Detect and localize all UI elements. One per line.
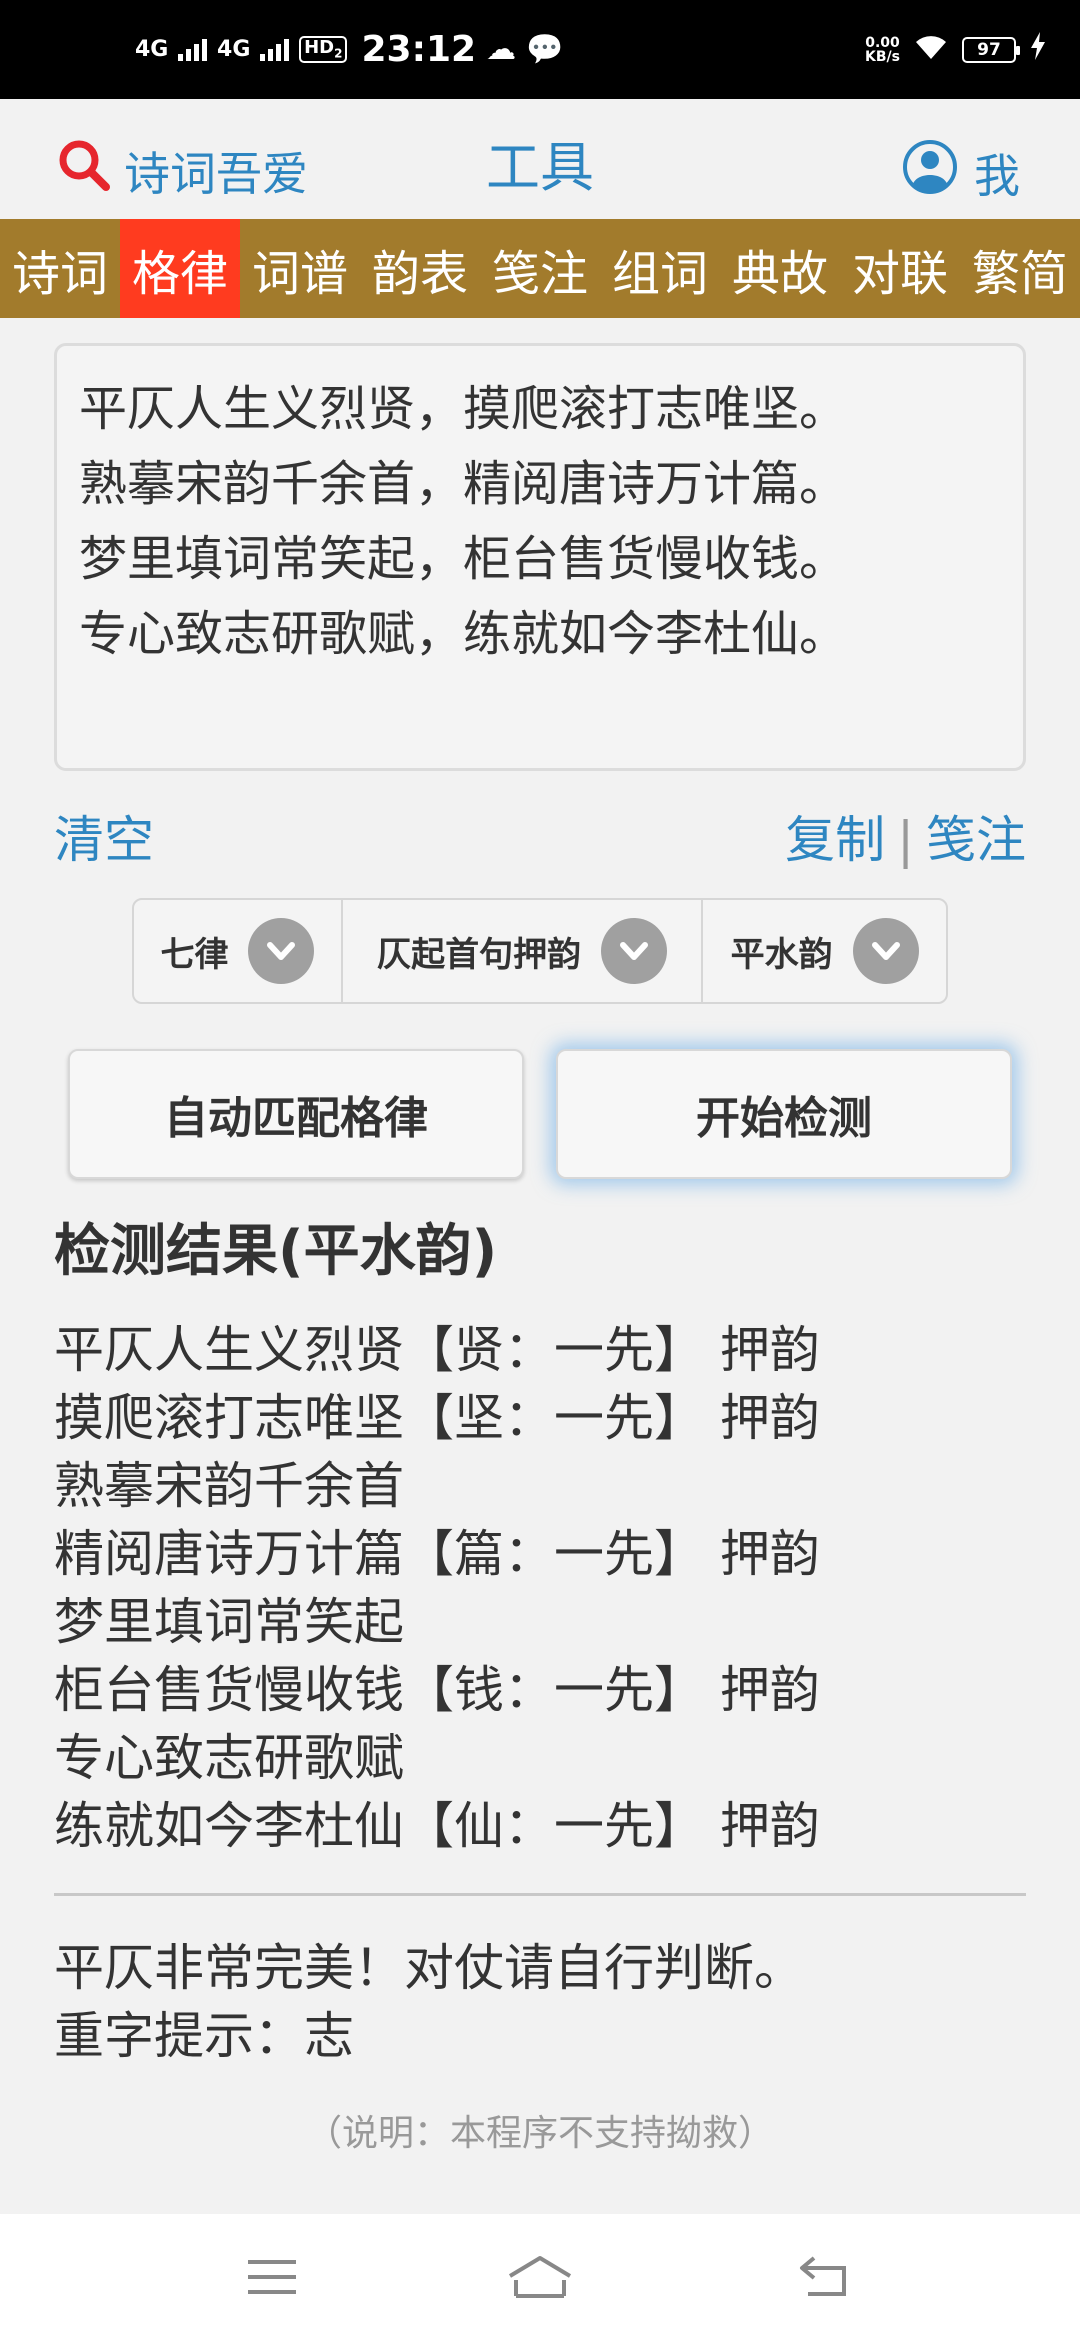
battery-icon: 97 — [962, 36, 1020, 63]
result-line: 摸爬滚打志唯坚【坚：一先】 押韵 — [54, 1389, 820, 1447]
signal-2-label: 4G — [217, 36, 251, 62]
wechat-icon: 💬 — [526, 32, 564, 67]
system-nav-bar — [0, 2214, 1080, 2340]
menu-icon[interactable] — [242, 2252, 302, 2302]
results-divider — [54, 1893, 1026, 1896]
hd-label: HD — [304, 37, 335, 59]
signal-1-label: 4G — [135, 36, 169, 62]
app-header: 诗词吾爱 工具 我 — [0, 99, 1080, 219]
result-line: 练就如今李杜仙【仙：一先】 押韵 — [54, 1797, 820, 1855]
poem-line: 熟摹宋韵千余首，精阅唐诗万计篇。 — [79, 456, 848, 512]
tab-diangu[interactable]: 典故 — [720, 219, 840, 318]
profile-label: 我 — [974, 148, 1020, 203]
summary-tonal: 平仄非常完美！对仗请自行判断。 — [54, 1939, 804, 1997]
charging-icon — [1030, 32, 1046, 67]
form-select-value: 七律 — [160, 934, 229, 975]
result-line: 平仄人生义烈贤【贤：一先】 押韵 — [54, 1321, 820, 1379]
annotate-link[interactable]: 笺注 — [926, 811, 1026, 869]
copy-link[interactable]: 复制 — [785, 811, 885, 869]
summary-repeated-chars: 重字提示：志 — [54, 2007, 354, 2065]
tab-fanjian[interactable]: 繁简 — [960, 219, 1080, 318]
poem-input[interactable]: 平仄人生义烈贤，摸爬滚打志唯坚。 熟摹宋韵千余首，精阅唐诗万计篇。 梦里填词常笑… — [54, 343, 1026, 771]
hd-sub-label: 2 — [334, 46, 343, 61]
cloud-icon: ☁ — [486, 32, 517, 67]
speed-unit: KB/s — [865, 48, 900, 65]
signal-1: 4G — [135, 36, 208, 62]
tab-zuci[interactable]: 组词 — [600, 219, 720, 318]
action-links: 清空 复制 | 笺注 — [54, 800, 1026, 870]
rhyme-book-select-value: 平水韵 — [730, 934, 833, 975]
rhyme-start-select-value: 仄起首句押韵 — [377, 934, 582, 975]
poem-line: 梦里填词常笑起，柜台售货慢收钱。 — [79, 531, 848, 587]
tab-shici[interactable]: 诗词 — [0, 219, 120, 318]
home-icon[interactable] — [506, 2252, 574, 2302]
network-speed: 0.00 KB/s — [865, 36, 900, 64]
tab-cipu[interactable]: 词谱 — [240, 219, 360, 318]
signal-bars-icon — [178, 38, 208, 61]
clear-link[interactable]: 清空 — [54, 800, 154, 872]
link-separator: | — [897, 811, 914, 869]
chevron-down-icon — [248, 918, 315, 984]
usage-note: （说明：本程序不支持拗救） — [305, 2113, 774, 2154]
results-list: 平仄人生义烈贤【贤：一先】 押韵 摸爬滚打志唯坚【坚：一先】 押韵 熟摹宋韵千余… — [54, 1316, 820, 1860]
result-line: 熟摹宋韵千余首 — [54, 1457, 404, 1515]
wifi-icon — [914, 31, 948, 69]
tab-gelv[interactable]: 格律 — [120, 219, 240, 318]
battery-level: 97 — [977, 39, 1001, 60]
speed-value: 0.00 — [865, 34, 900, 51]
poem-line: 平仄人生义烈贤，摸爬滚打志唯坚。 — [79, 381, 848, 437]
category-nav: 诗词 格律 词谱 韵表 笺注 组词 典故 对联 繁简 — [0, 219, 1080, 318]
tab-yunbiao[interactable]: 韵表 — [360, 219, 480, 318]
auto-match-button[interactable]: 自动匹配格律 — [68, 1049, 524, 1179]
back-icon[interactable] — [794, 2252, 854, 2302]
profile-link[interactable]: 我 — [902, 139, 1020, 206]
status-bar: 4G 4G HD2 23:12 ☁ 💬 0.00 KB/s 97 — [0, 0, 1080, 99]
right-links: 复制 | 笺注 — [785, 800, 1026, 872]
result-line: 柜台售货慢收钱【钱：一先】 押韵 — [54, 1661, 820, 1719]
result-line: 梦里填词常笑起 — [54, 1593, 404, 1651]
chevron-down-icon — [852, 918, 919, 984]
chevron-down-icon — [601, 918, 668, 984]
form-select[interactable]: 七律 — [134, 900, 343, 1002]
rhyme-book-select[interactable]: 平水韵 — [703, 900, 946, 1002]
poem-line: 专心致志研歌赋，练就如今李杜仙。 — [79, 606, 848, 662]
result-line: 专心致志研歌赋 — [54, 1729, 404, 1787]
user-icon — [902, 139, 958, 206]
start-check-button[interactable]: 开始检测 — [556, 1049, 1012, 1179]
clock: 23:12 — [361, 29, 477, 70]
hd-badge: HD2 — [299, 36, 348, 63]
options-selects: 七律 仄起首句押韵 平水韵 — [132, 898, 948, 1004]
rhyme-start-select[interactable]: 仄起首句押韵 — [343, 900, 704, 1002]
result-line: 精阅唐诗万计篇【篇：一先】 押韵 — [54, 1525, 820, 1583]
results-title: 检测结果(平水韵) — [54, 1219, 498, 1284]
signal-bars-icon — [260, 38, 290, 61]
tab-jianzhu[interactable]: 笺注 — [480, 219, 600, 318]
signal-2: 4G — [217, 36, 290, 62]
tab-duilian[interactable]: 对联 — [840, 219, 960, 318]
results-summary: 平仄非常完美！对仗请自行判断。 重字提示：志 — [54, 1934, 804, 2070]
